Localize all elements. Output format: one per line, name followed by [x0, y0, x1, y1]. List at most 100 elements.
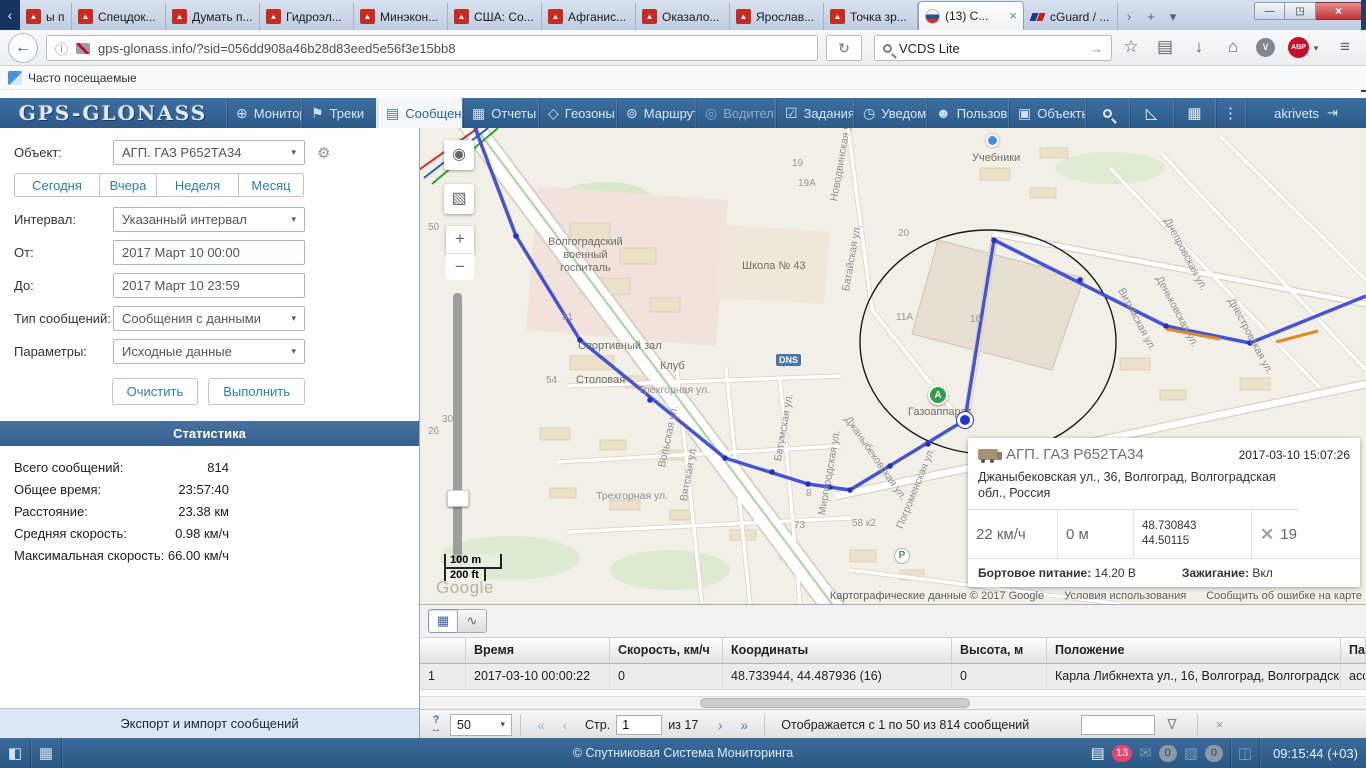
page-size-select[interactable]: 50 ▾ — [450, 714, 512, 736]
pocket-icon[interactable]: ∨ — [1256, 38, 1275, 57]
panel-layout-icon[interactable]: ◫ — [1238, 744, 1252, 762]
to-date-input[interactable] — [113, 273, 305, 298]
params-select[interactable]: Исходные данные ▾ — [113, 339, 305, 364]
map-area[interactable]: Учебники Школа № 43 Волгоградский военны… — [420, 128, 1366, 604]
scrollbar-thumb[interactable] — [700, 698, 970, 708]
nav-item[interactable]: ▦ Отчеты — [462, 98, 538, 128]
nav-ruler-button[interactable]: ◺ — [1129, 98, 1173, 128]
wrench-icon[interactable]: ⚙ — [317, 144, 330, 162]
search-input[interactable] — [899, 41, 1083, 56]
browser-tab[interactable]: США: Со... × — [448, 3, 542, 30]
tab-close-icon[interactable]: × — [1009, 11, 1017, 21]
tab-overflow-icon[interactable]: › — [1118, 3, 1140, 30]
grid-toggle-icon[interactable]: ▦ — [31, 740, 61, 766]
column-header[interactable]: Скорость, км/ч — [610, 638, 723, 663]
range-button[interactable]: Сегодня — [14, 173, 100, 197]
images-icon[interactable]: ▨ — [1184, 744, 1198, 762]
first-page-button[interactable]: « — [529, 717, 553, 733]
search-go-icon[interactable]: → — [1090, 41, 1103, 56]
browser-tab[interactable]: Ярослав... × — [730, 3, 824, 30]
table-cell[interactable]: асс — [1341, 664, 1366, 689]
from-date-input[interactable] — [113, 240, 305, 265]
browser-tab[interactable]: Спецдок... × — [72, 3, 166, 30]
sidebar-toggle-icon[interactable]: ◧ — [0, 740, 30, 766]
nav-item[interactable]: ☻ Пользователи — [926, 98, 1008, 128]
column-header[interactable]: Высота, м — [952, 638, 1047, 663]
new-tab-button[interactable]: + — [1140, 3, 1162, 30]
nav-item[interactable]: ⊕ Мониторинг — [226, 98, 301, 128]
window-minimize-button[interactable]: — — [1254, 2, 1285, 20]
nav-item[interactable]: ◷ Уведомления — [853, 98, 926, 128]
report-error-link[interactable]: Сообщить об ошибке на карте — [1206, 590, 1362, 602]
column-header[interactable] — [420, 638, 466, 663]
help-icon[interactable]: ?↔ — [426, 716, 446, 734]
mail-icon[interactable]: ✉ — [1139, 744, 1152, 762]
window-restore-button[interactable]: ◳ — [1285, 2, 1316, 20]
table-cell[interactable]: 0 — [610, 664, 723, 689]
nav-item[interactable]: ▣ Объекты — [1008, 98, 1085, 128]
range-button[interactable]: Неделя — [156, 173, 239, 197]
zoom-slider-track[interactable] — [453, 293, 462, 563]
visibility-icon[interactable]: ◉ — [444, 140, 474, 170]
reload-button[interactable]: ↻ — [826, 35, 862, 61]
tab-scroll-left-button[interactable]: ‹ — [0, 0, 20, 30]
url-bar[interactable]: ⓘ — [46, 35, 818, 61]
adblock-caret-icon[interactable]: ▾ — [1311, 43, 1321, 54]
bookmark-star-icon[interactable]: ☆ — [1118, 37, 1144, 57]
browser-tab[interactable]: Думать п... × — [166, 3, 260, 30]
next-page-button[interactable]: › — [708, 717, 732, 733]
chart-view-button[interactable]: ∿ — [457, 609, 487, 633]
browser-tab[interactable]: Гидроэл... × — [260, 3, 354, 30]
table-cell[interactable]: 2017-03-10 00:00:22 — [466, 664, 610, 689]
export-import-button[interactable]: Экспорт и импорт сообщений — [0, 708, 419, 738]
execute-button[interactable]: Выполнить — [208, 378, 305, 405]
column-header[interactable]: Пар — [1341, 638, 1366, 663]
current-position-marker[interactable] — [957, 412, 973, 428]
menu-icon[interactable]: ≡ — [1332, 37, 1358, 57]
nav-item[interactable]: ◇ Геозоны — [538, 98, 616, 128]
filter-input[interactable] — [1081, 715, 1155, 735]
terms-link[interactable]: Условия использования — [1064, 590, 1186, 602]
range-button[interactable]: Месяц — [238, 173, 304, 197]
table-cell[interactable]: 0 — [952, 664, 1047, 689]
table-cell[interactable]: 48.733944, 44.487936 (16) — [723, 664, 952, 689]
nav-item[interactable]: ⊚ Маршруты — [616, 98, 695, 128]
filter-funnel-icon[interactable]: ∇ — [1167, 716, 1176, 733]
nav-item[interactable]: ◎ Водители — [695, 98, 775, 128]
track-start-marker[interactable]: А — [928, 385, 948, 405]
window-close-button[interactable]: × — [1316, 2, 1362, 20]
adblock-icon[interactable]: ABP — [1288, 37, 1309, 58]
browser-tab[interactable]: Афганис... × — [542, 3, 636, 30]
nav-item[interactable]: ☑ Задания — [775, 98, 853, 128]
user-menu[interactable]: akrivets ⇥ — [1245, 98, 1366, 128]
column-header[interactable]: Координаты — [723, 638, 952, 663]
zoom-in-button[interactable]: + — [446, 226, 474, 253]
home-icon[interactable]: ⌂ — [1220, 37, 1246, 57]
browser-tab[interactable]: Минэкон... × — [354, 3, 448, 30]
column-header[interactable]: Время — [466, 638, 610, 663]
bookmark-item[interactable]: Часто посещаемые — [28, 71, 137, 85]
site-info-icon[interactable]: ⓘ — [55, 39, 68, 58]
table-cell[interactable]: Карла Либкнехта ул., 16, Волгоград, Волг… — [1047, 664, 1341, 689]
zoom-out-button[interactable]: − — [446, 253, 474, 280]
nav-more-button[interactable]: ⋮ — [1215, 98, 1245, 128]
map-layers-icon[interactable]: ▧ — [444, 184, 474, 214]
last-page-button[interactable]: » — [732, 717, 756, 733]
horizontal-scrollbar[interactable] — [420, 696, 1366, 709]
browser-tab[interactable]: ы по... × — [20, 3, 72, 30]
zoom-slider-handle[interactable] — [447, 490, 469, 507]
back-button[interactable]: ← — [8, 33, 38, 63]
nav-item[interactable]: ⚑ Треки — [301, 98, 376, 128]
browser-tab[interactable]: (13) С... × — [918, 1, 1024, 30]
clear-button[interactable]: Очистить — [112, 378, 199, 405]
column-header[interactable]: Положение — [1047, 638, 1341, 663]
logout-icon[interactable]: ⇥ — [1327, 105, 1338, 121]
message-type-select[interactable]: Сообщения с данными ▾ — [113, 306, 305, 331]
tab-list-button[interactable]: ▾ — [1162, 3, 1184, 30]
nav-item[interactable]: ▤ Сообщения — [376, 98, 462, 128]
grid-view-button[interactable]: ▦ — [428, 609, 458, 633]
messages-notification-icon[interactable]: ▤ — [1091, 744, 1105, 762]
plugin-blocked-icon[interactable] — [76, 43, 90, 54]
reading-list-icon[interactable]: ▤ — [1152, 37, 1178, 57]
table-cell[interactable]: 1 — [420, 664, 466, 689]
